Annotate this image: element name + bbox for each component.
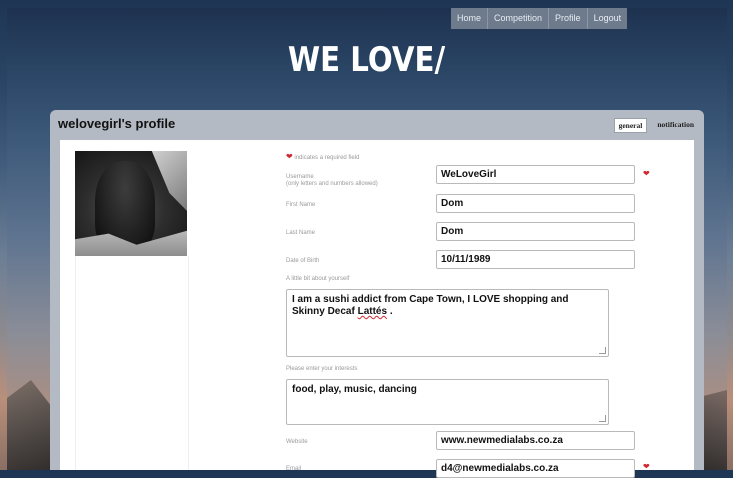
profile-form: ❤ indicates a required field Username (o… bbox=[60, 140, 694, 478]
website-field[interactable]: www.newmedialabs.co.za bbox=[436, 431, 635, 450]
first-name-label: First Name bbox=[286, 202, 316, 208]
nav-logout[interactable]: Logout bbox=[587, 8, 628, 29]
tab-general[interactable]: general bbox=[613, 118, 648, 133]
about-textarea[interactable]: I am a sushi addict from Cape Town, I LO… bbox=[286, 289, 609, 357]
interests-label: Please enter your interests bbox=[286, 366, 358, 372]
avatar bbox=[75, 151, 187, 256]
page-title: welovegirl's profile bbox=[58, 116, 176, 131]
required-heart-icon: ❤ bbox=[286, 152, 293, 161]
dob-label: Date of Birth bbox=[286, 258, 320, 264]
about-label: A little bit about yourself bbox=[286, 276, 350, 282]
site-logo[interactable]: WE LOVE/ bbox=[51, 40, 681, 80]
nav-home[interactable]: Home bbox=[451, 8, 489, 29]
website-label: Website bbox=[286, 439, 308, 445]
required-note-text: indicates a required field bbox=[294, 155, 360, 161]
username-field[interactable]: WeLoveGirl bbox=[436, 165, 635, 184]
avatar-column bbox=[75, 256, 189, 470]
about-text: I am a sushi addict from Cape Town, I LO… bbox=[292, 294, 569, 317]
tab-notification[interactable]: notification bbox=[653, 118, 698, 133]
about-text-misspelled: Lattés bbox=[357, 306, 388, 317]
nav-competition[interactable]: Competition bbox=[488, 8, 550, 29]
interests-text: food, play, music, dancing bbox=[292, 384, 417, 395]
about-text-end: . bbox=[387, 306, 393, 317]
profile-tabs: general notification bbox=[613, 118, 698, 133]
resize-handle-icon[interactable] bbox=[599, 347, 606, 354]
email-field[interactable]: d4@newmedialabs.co.za bbox=[436, 459, 635, 478]
last-name-label: Last Name bbox=[286, 230, 316, 236]
last-name-field[interactable]: Dom bbox=[436, 222, 635, 241]
interests-textarea[interactable]: food, play, music, dancing bbox=[286, 379, 609, 425]
resize-handle-icon[interactable] bbox=[599, 415, 606, 422]
required-heart-icon: ❤ bbox=[643, 169, 650, 178]
required-note: ❤ indicates a required field bbox=[286, 152, 359, 161]
username-label-text: Username bbox=[286, 174, 314, 180]
username-label: Username (only letters and numbers allow… bbox=[286, 174, 378, 188]
profile-panel: welovegirl's profile general notificatio… bbox=[50, 110, 704, 478]
username-hint: (only letters and numbers allowed) bbox=[286, 181, 378, 187]
dob-field[interactable]: 10/11/1989 bbox=[436, 250, 635, 269]
first-name-field[interactable]: Dom bbox=[436, 194, 635, 213]
top-navigation: Home Competition Profile Logout bbox=[451, 8, 628, 29]
nav-profile[interactable]: Profile bbox=[549, 8, 588, 29]
